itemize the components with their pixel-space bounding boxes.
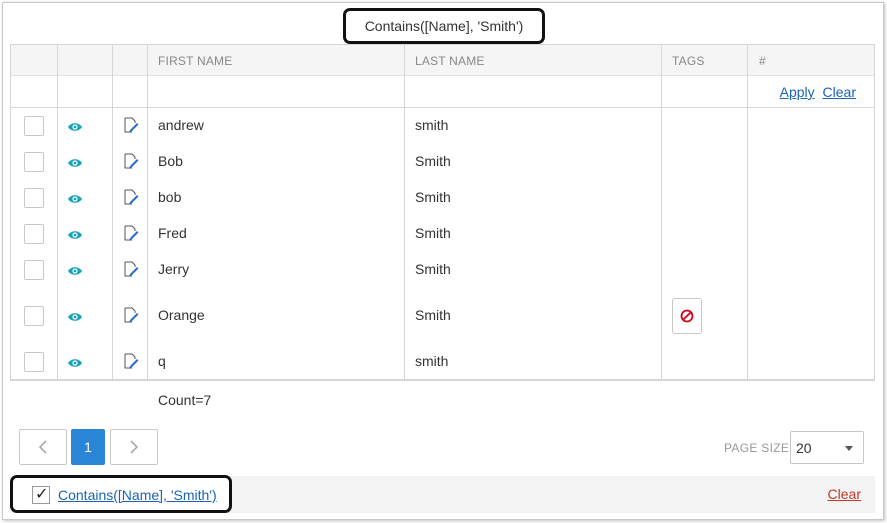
cell-first-name: q xyxy=(158,353,166,369)
grid-filter-row: Apply Clear xyxy=(11,76,874,108)
row-select-checkbox[interactable] xyxy=(24,224,44,244)
edit-pencil-icon[interactable] xyxy=(123,225,139,241)
grid-header-row: FIRST NAME LAST NAME TAGS # xyxy=(11,45,874,76)
row-select-checkbox[interactable] xyxy=(24,306,44,326)
filter-expression-text: Contains([Name], 'Smith') xyxy=(364,18,524,34)
edit-pencil-icon[interactable] xyxy=(123,117,139,133)
edit-pencil-icon[interactable] xyxy=(123,307,139,323)
view-eye-icon[interactable] xyxy=(67,156,83,170)
row-select-checkbox[interactable] xyxy=(24,352,44,372)
tag-button[interactable] xyxy=(672,298,702,334)
filter-enabled-checkbox[interactable]: ✓ xyxy=(32,486,50,504)
filter-actions: Apply Clear xyxy=(780,84,856,100)
view-eye-icon[interactable] xyxy=(67,310,83,324)
cell-first-name: Fred xyxy=(158,225,187,241)
edit-pencil-icon[interactable] xyxy=(123,353,139,369)
chevron-left-icon xyxy=(38,440,47,454)
view-eye-icon[interactable] xyxy=(67,228,83,242)
edit-pencil-icon[interactable] xyxy=(123,261,139,277)
apply-filter-link[interactable]: Apply xyxy=(780,84,815,100)
caret-down-icon xyxy=(845,446,853,451)
column-divider xyxy=(112,45,113,380)
row-select-checkbox[interactable] xyxy=(24,188,44,208)
next-page-button[interactable] xyxy=(110,429,158,465)
view-eye-icon[interactable] xyxy=(67,356,83,370)
edit-pencil-icon[interactable] xyxy=(123,189,139,205)
page-size-select[interactable]: 20 xyxy=(790,431,864,464)
page-button-current[interactable]: 1 xyxy=(71,429,105,465)
record-count: Count=7 xyxy=(158,392,212,408)
row-select-checkbox[interactable] xyxy=(24,116,44,136)
cell-last-name: smith xyxy=(415,353,449,369)
cell-last-name: Smith xyxy=(415,153,451,169)
row-select-checkbox[interactable] xyxy=(24,260,44,280)
column-header-last-name[interactable]: LAST NAME xyxy=(415,45,485,76)
view-eye-icon[interactable] xyxy=(67,192,83,206)
cell-last-name: Smith xyxy=(415,261,451,277)
column-header-hash[interactable]: # xyxy=(759,45,766,76)
view-eye-icon[interactable] xyxy=(67,264,83,278)
prohibited-icon xyxy=(680,309,694,323)
clear-filter-link[interactable]: Clear xyxy=(823,84,856,100)
cell-last-name: Smith xyxy=(415,189,451,205)
view-eye-icon[interactable] xyxy=(67,120,83,134)
data-grid: FIRST NAME LAST NAME TAGS # Apply Clear … xyxy=(10,44,875,380)
cell-first-name: Orange xyxy=(158,307,205,323)
cell-last-name: Smith xyxy=(415,225,451,241)
grid-footer-divider xyxy=(10,380,875,381)
column-header-first-name[interactable]: FIRST NAME xyxy=(158,45,232,76)
page-size-value: 20 xyxy=(796,440,812,456)
chevron-right-icon xyxy=(130,440,139,454)
page-size-label: PAGE SIZE xyxy=(724,441,790,455)
checkmark-icon: ✓ xyxy=(35,486,49,503)
clear-all-filters-link[interactable]: Clear xyxy=(828,486,861,502)
column-divider xyxy=(57,45,58,380)
column-header-tags[interactable]: TAGS xyxy=(672,45,705,76)
active-filter-link[interactable]: Contains([Name], 'Smith') xyxy=(58,487,217,503)
cell-last-name: Smith xyxy=(415,307,451,323)
edit-pencil-icon[interactable] xyxy=(123,153,139,169)
previous-page-button[interactable] xyxy=(19,429,67,465)
column-divider xyxy=(747,45,748,380)
cell-last-name: smith xyxy=(415,117,449,133)
filter-expression-caption: Contains([Name], 'Smith') xyxy=(343,8,545,44)
active-filter-box: ✓ Contains([Name], 'Smith') xyxy=(10,475,232,513)
cell-first-name: andrew xyxy=(158,117,204,133)
cell-first-name: Bob xyxy=(158,153,183,169)
column-divider xyxy=(147,45,148,380)
cell-first-name: bob xyxy=(158,189,182,205)
column-divider xyxy=(661,45,662,380)
cell-first-name: Jerry xyxy=(158,261,190,277)
column-divider xyxy=(404,45,405,380)
row-select-checkbox[interactable] xyxy=(24,152,44,172)
